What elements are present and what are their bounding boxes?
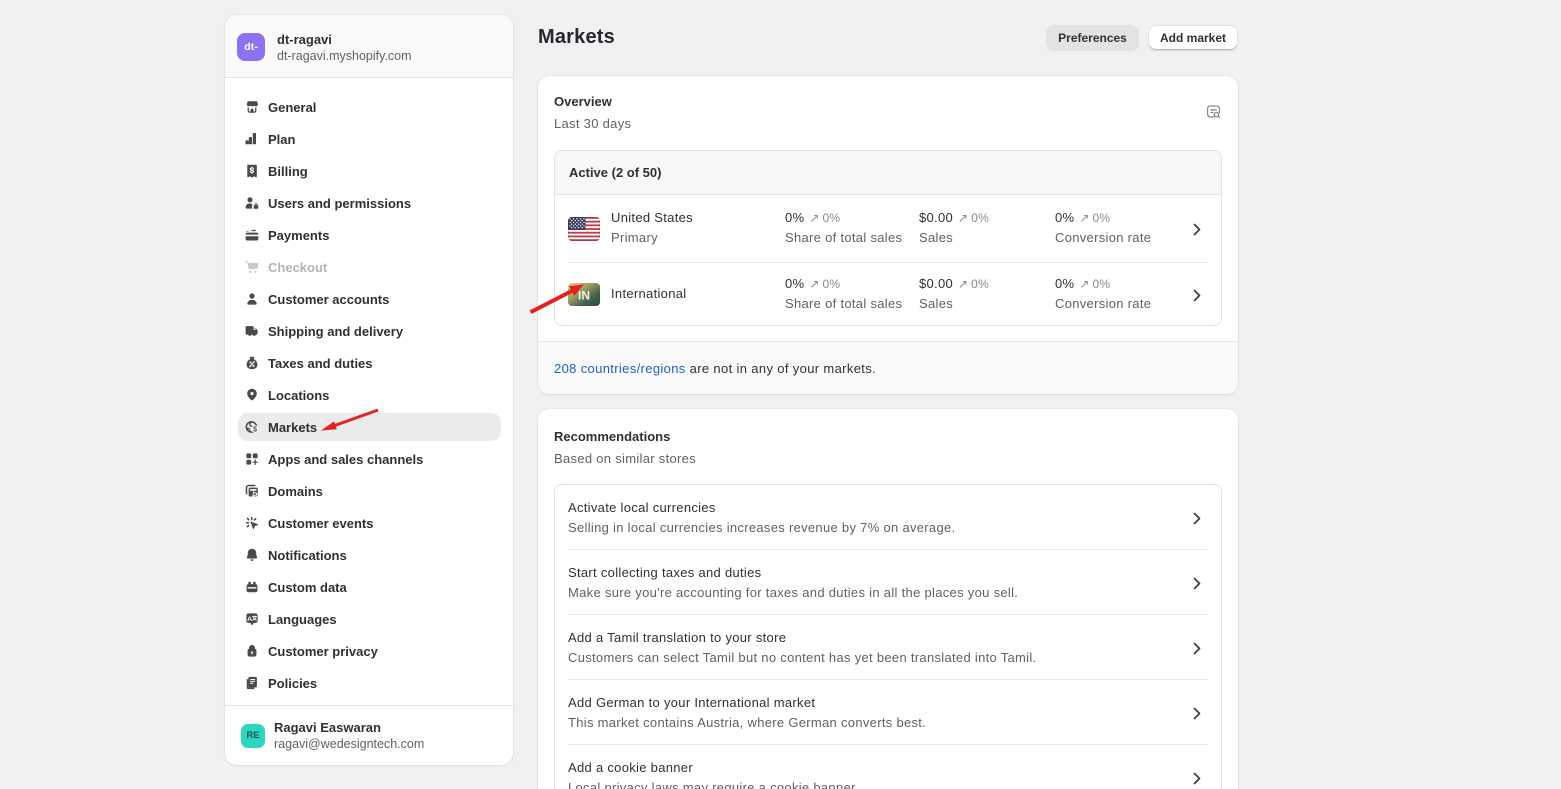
svg-text:A: A <box>247 616 252 623</box>
svg-text:IN: IN <box>578 289 590 303</box>
svg-text:$: $ <box>253 424 257 433</box>
